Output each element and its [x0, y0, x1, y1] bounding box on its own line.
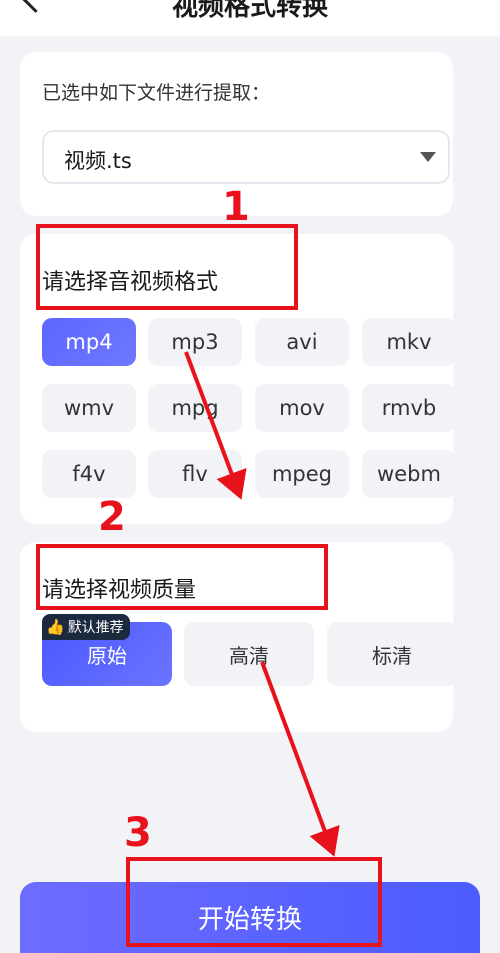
arrow-2: [260, 661, 340, 857]
annotation-number-3: 3: [124, 810, 152, 856]
annotation-arrows: [184, 351, 340, 857]
annotation-number-2: 2: [98, 494, 126, 540]
arrow-1: [184, 351, 247, 500]
annotation-number-1: 1: [222, 184, 250, 230]
